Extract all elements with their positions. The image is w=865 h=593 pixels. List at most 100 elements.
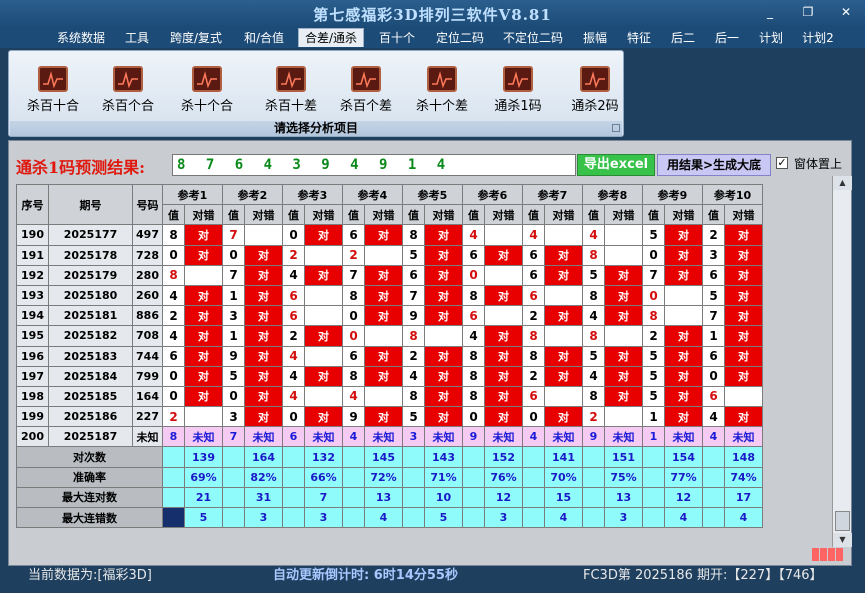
table-row[interactable]: 192 2025179 280 8 7 对 4 对 7 对 6 对 0 6 对 5 对 7 对 6 对	[16, 264, 763, 286]
subheader-result: 对错	[364, 204, 403, 226]
cell-value: 0	[342, 305, 365, 327]
cell-result	[364, 385, 403, 408]
cell-result: 对	[724, 224, 763, 246]
stats-spacer	[222, 506, 245, 529]
subheader-result: 对错	[724, 204, 763, 226]
cell-result: 未知	[604, 426, 643, 448]
table-row[interactable]: 194 2025181 886 2 对 3 对 6 0 对 9 对 6 2 对 4 对 8 7 对	[16, 305, 763, 327]
cell-result: 对	[424, 365, 463, 387]
cell-result: 对	[544, 305, 583, 327]
cell-value: 4	[282, 385, 305, 408]
cell-result	[604, 244, 643, 266]
menu-last-one[interactable]: 后一	[710, 29, 744, 48]
scroll-down-icon[interactable]: ▼	[833, 533, 852, 547]
cell-value: 2	[282, 325, 305, 347]
cell-value: 0	[162, 365, 185, 387]
stats-value: 82%	[244, 466, 283, 488]
table-row[interactable]: 195 2025182 708 4 对 1 对 2 对 0 8 4 对 8 8 2 对 1 对	[16, 325, 763, 347]
cell-result: 未知	[724, 426, 763, 448]
table-row[interactable]: 193 2025180 260 4 对 1 对 6 8 对 7 对 8 对 6 8 对 0 5 对	[16, 284, 763, 307]
scroll-thumb[interactable]	[835, 511, 850, 531]
cell-result: 对	[244, 385, 283, 408]
cell-value: 4	[162, 325, 185, 347]
table-row[interactable]: 199 2025186 227 2 3 对 0 对 9 对 5 对 0 对 0 对 2 1 对 4 对	[16, 406, 763, 428]
menu-features[interactable]: 特征	[622, 29, 656, 48]
subheader-value: 值	[222, 204, 245, 226]
stats-spacer	[642, 486, 665, 509]
vertical-scrollbar[interactable]: ▲ ▼	[832, 176, 852, 547]
col-header-ref-6: 参考6	[462, 183, 523, 206]
table-row-pending[interactable]: 200 2025187 未知 8 未知 7 未知 6 未知 4 未知 3 未知 9 未知 4 未知 9 未知 1 未知 4…	[16, 426, 763, 448]
ribbon-button-3[interactable]: 杀十个合	[172, 66, 242, 114]
table-row[interactable]: 197 2025184 799 0 对 5 对 4 对 8 对 4 对 8 对 2 对 4 对 5 对 0 对	[16, 365, 763, 387]
cell-result	[484, 305, 523, 327]
cell-result: 对	[424, 264, 463, 286]
ribbon-button-5[interactable]: 杀百个差	[331, 66, 401, 114]
menu-unfixed-two[interactable]: 不定位二码	[498, 29, 568, 48]
scroll-up-icon[interactable]: ▲	[833, 176, 852, 190]
prediction-result-field[interactable]: 8 7 6 4 3 9 4 9 1 4	[172, 154, 576, 176]
cell-value: 9	[222, 345, 245, 367]
stats-value: 152	[484, 446, 523, 468]
table-row[interactable]: 190 2025177 497 8 对 7 0 对 6 对 8 对 4 4 4 5 对 2 对	[16, 224, 763, 246]
stats-value: 17	[724, 486, 763, 509]
cell-value: 5	[582, 264, 605, 286]
current-data-status: 当前数据为:[福彩3D]	[28, 568, 152, 583]
stats-spacer	[402, 446, 425, 468]
stats-spacer	[702, 506, 725, 529]
cell-result	[304, 244, 343, 266]
cell-result: 对	[304, 325, 343, 347]
cell-result: 对	[424, 284, 463, 307]
chart-icon	[192, 66, 222, 92]
cell-result: 对	[424, 305, 463, 327]
cell-result: 对	[484, 406, 523, 428]
menu-plan[interactable]: 计划	[754, 29, 788, 48]
export-excel-button[interactable]: 导出excel	[577, 154, 655, 176]
menu-system-data[interactable]: 系统数据	[51, 29, 111, 48]
menu-plan2[interactable]: 计划2	[798, 29, 838, 48]
menu-sum-value[interactable]: 和/合值	[238, 29, 290, 48]
col-header-ref-7: 参考7	[522, 183, 583, 206]
menu-fixed-two[interactable]: 定位二码	[430, 29, 490, 48]
ribbon-button-label: 杀百个合	[101, 99, 154, 114]
restore-button[interactable]: ❐	[798, 4, 818, 20]
table-row[interactable]: 191 2025178 728 0 对 0 对 2 2 5 对 6 对 6 对 8 0 对 3 对	[16, 244, 763, 266]
cell-result: 对	[664, 406, 703, 428]
menu-hundreds-tens-units[interactable]: 百十个	[372, 29, 422, 48]
ribbon-button-7[interactable]: 通杀1码	[483, 66, 553, 114]
ribbon-button-4[interactable]: 杀百十差	[256, 66, 326, 114]
table-row[interactable]: 196 2025183 744 6 对 9 对 4 6 对 2 对 8 对 8 对 5 对 5 对 6 对	[16, 345, 763, 367]
always-on-top-checkbox[interactable]: ✓	[776, 157, 788, 169]
close-button[interactable]: ✕	[836, 4, 856, 20]
cell-number: 708	[132, 325, 163, 347]
expand-icon[interactable]	[612, 124, 620, 132]
cell-value: 5	[702, 284, 725, 307]
stats-label: 准确率	[16, 466, 163, 488]
cell-value: 3	[702, 244, 725, 266]
menu-amplitude[interactable]: 振幅	[578, 29, 612, 48]
cell-result: 对	[244, 264, 283, 286]
stats-spacer	[342, 506, 365, 529]
menu-last-two[interactable]: 后二	[666, 29, 700, 48]
table-row[interactable]: 198 2025185 164 0 对 0 对 4 4 8 对 8 对 6 8 对 5 对 6	[16, 385, 763, 408]
ribbon-button-6[interactable]: 杀十个差	[407, 66, 477, 114]
cell-result	[184, 264, 223, 286]
ribbon-button-2[interactable]: 杀百个合	[93, 66, 163, 114]
cell-result: 对	[544, 264, 583, 286]
menu-tools[interactable]: 工具	[120, 29, 154, 48]
menu-span-multiple[interactable]: 跨度/复式	[164, 29, 228, 48]
minimize-button[interactable]: _	[760, 4, 780, 20]
subheader-result: 对错	[664, 204, 703, 226]
stats-value: 154	[664, 446, 703, 468]
cell-value: 0	[522, 406, 545, 428]
cell-number: 未知	[132, 426, 163, 448]
ribbon-button-1[interactable]: 杀百十合	[18, 66, 88, 114]
stats-spacer	[222, 486, 245, 509]
ribbon-button-8[interactable]: 通杀2码	[560, 66, 630, 114]
generate-base-button[interactable]: 用结果>生成大底	[657, 154, 771, 176]
cell-result: 对	[484, 345, 523, 367]
menu-sum-diff-kill[interactable]: 合差/通杀	[298, 28, 364, 47]
cell-seq: 197	[16, 365, 49, 387]
cell-result: 对	[244, 325, 283, 347]
cell-result: 对	[184, 244, 223, 266]
